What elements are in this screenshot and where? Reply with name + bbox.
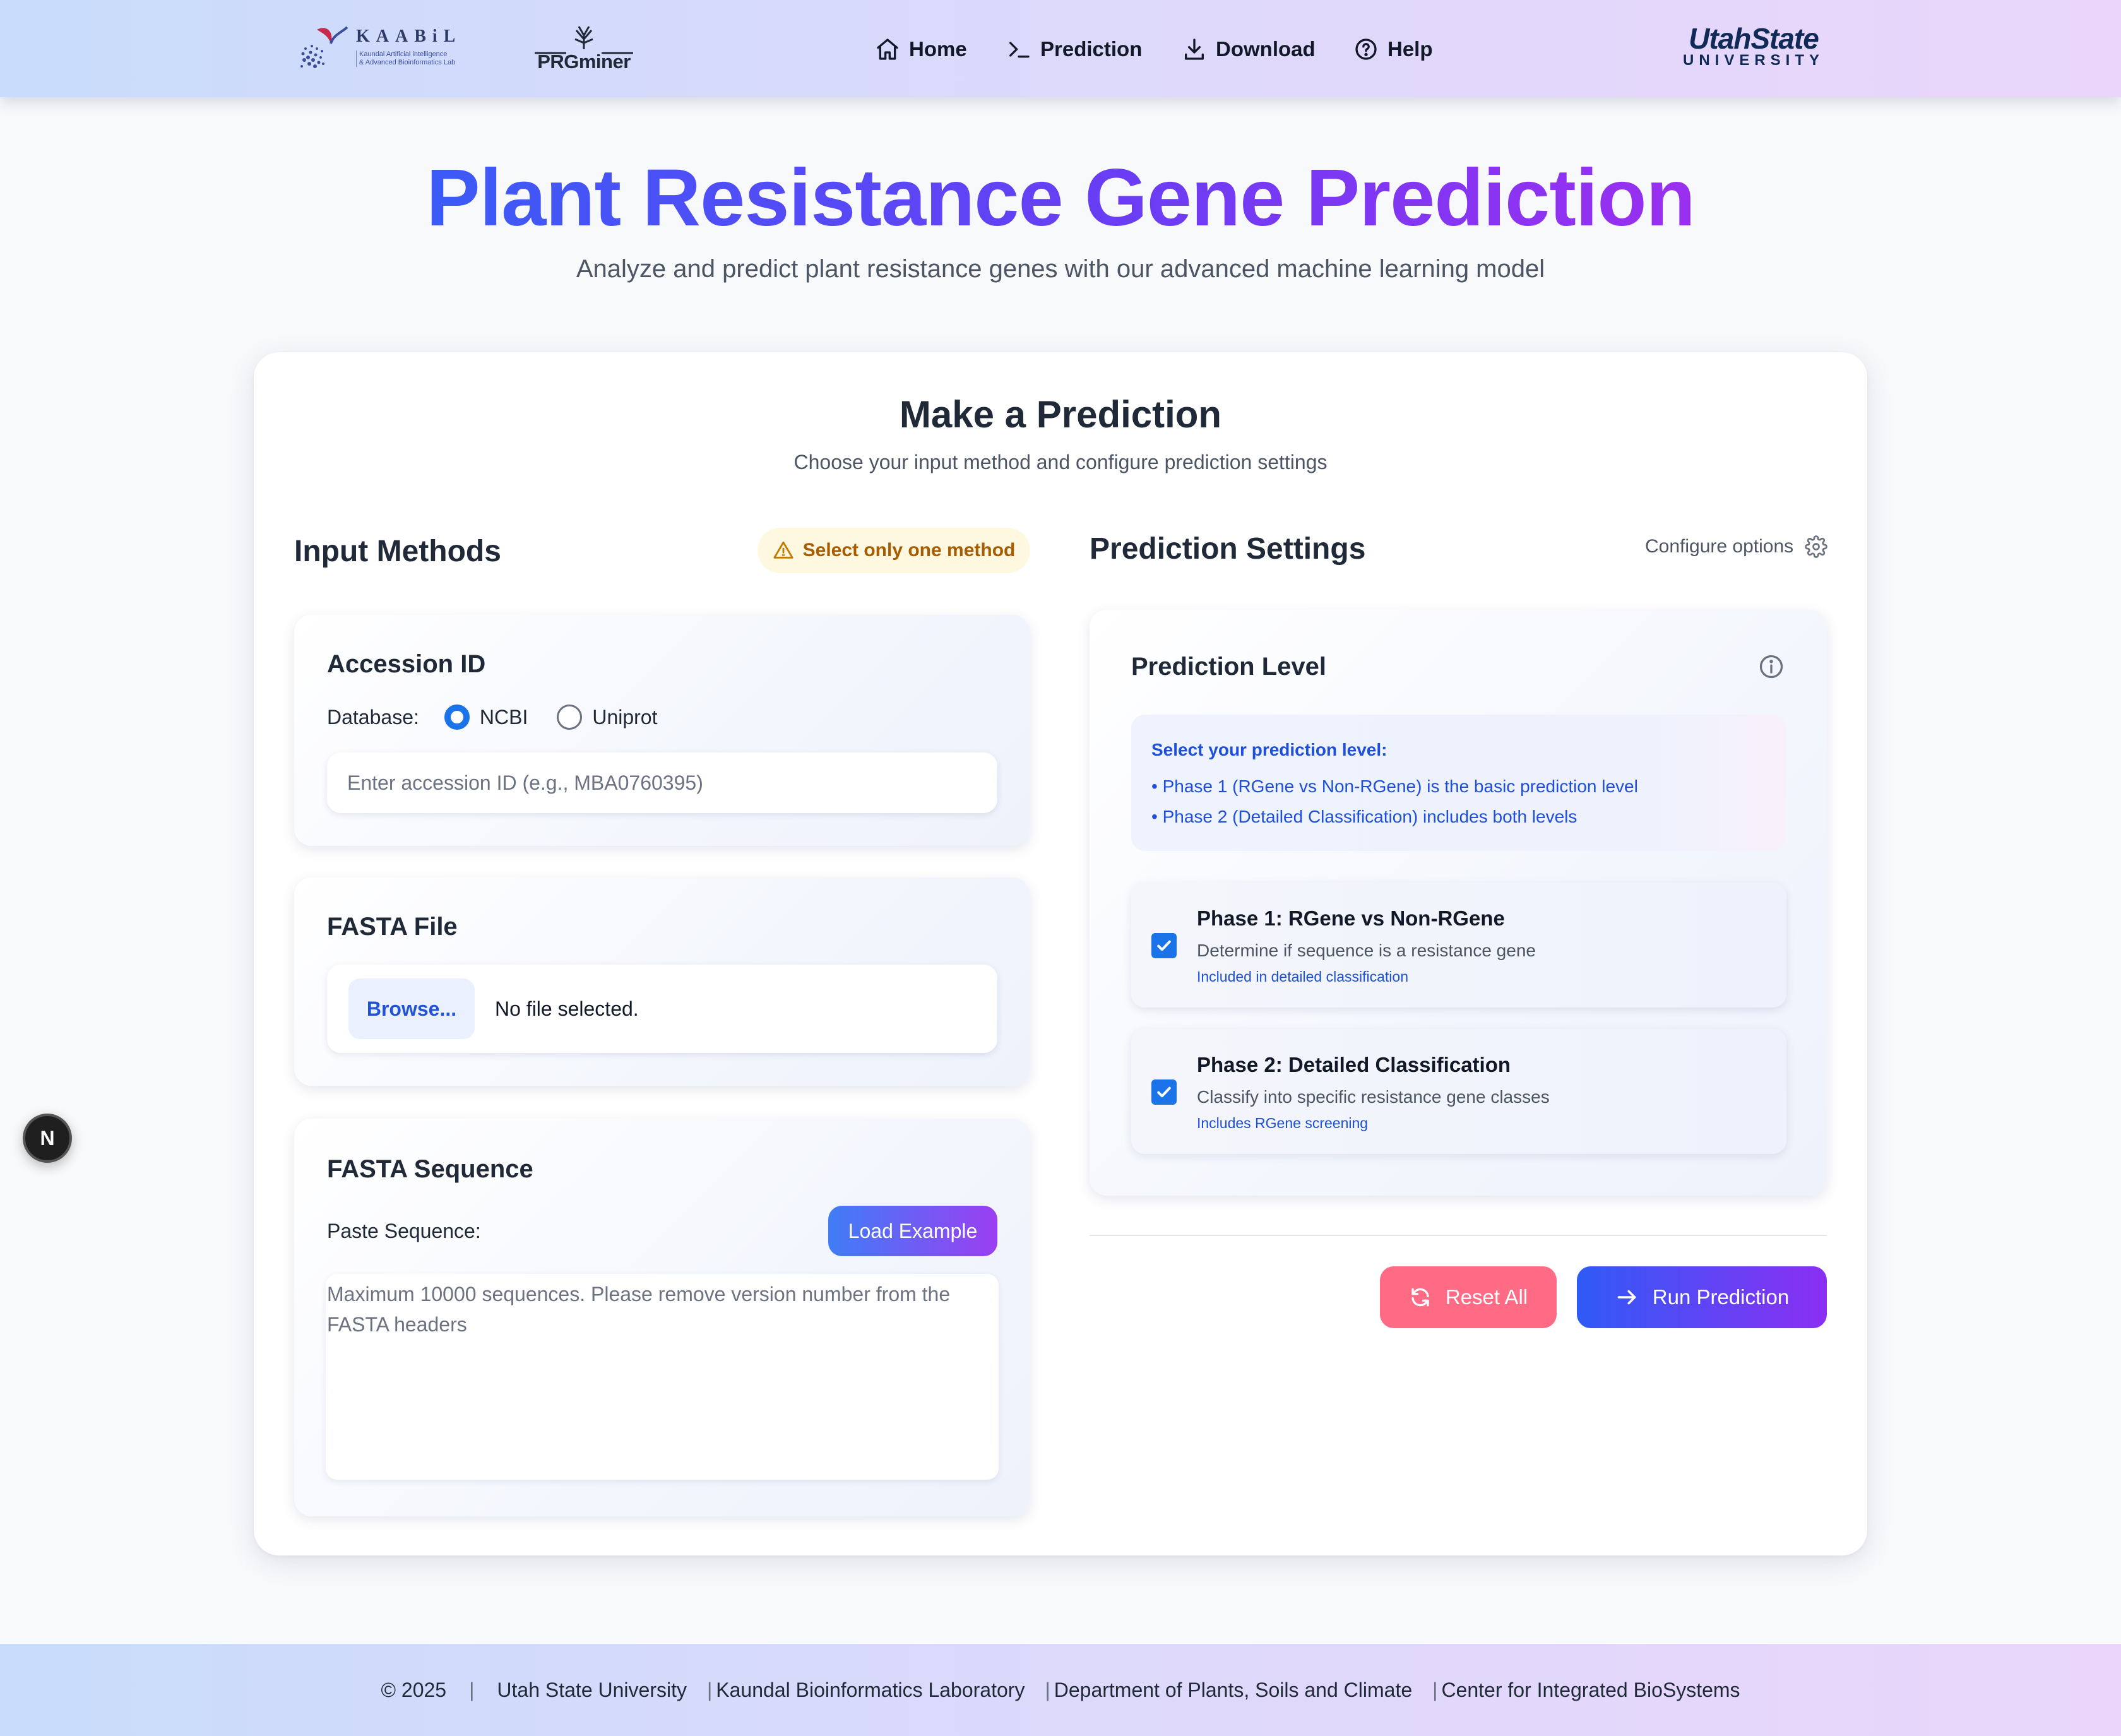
fasta-sequence-title: FASTA Sequence <box>327 1155 533 1183</box>
sequence-textarea[interactable]: Maximum 10000 sequences. Please remove v… <box>326 1274 999 1480</box>
phase-2-checkbox[interactable] <box>1151 1079 1177 1105</box>
run-prediction-label: Run Prediction <box>1652 1285 1790 1309</box>
help-circle-icon <box>1355 39 1377 60</box>
footer-separator: | <box>1432 1678 1438 1701</box>
footer: © 2025 | Utah State University | Kaundal… <box>0 1644 2121 1736</box>
prediction-level-info-box: Select your prediction level: • Phase 1 … <box>1131 715 1786 851</box>
footer-item-psc[interactable]: Department of Plants, Soils and Climate <box>1054 1679 1412 1702</box>
prediction-level-title: Prediction Level <box>1131 653 1326 681</box>
accession-title: Accession ID <box>327 650 486 678</box>
info-item-1-text: Phase 1 (RGene vs Non-RGene) is the basi… <box>1162 776 1638 796</box>
accession-id-input[interactable]: Enter accession ID (e.g., MBA0760395) <box>327 752 997 813</box>
kaabil-sub-line1: Kaundal Artificial intelligence <box>359 51 448 58</box>
sequence-placeholder-line2: FASTA headers <box>327 1313 467 1336</box>
nav-home-label: Home <box>909 37 967 61</box>
run-prediction-button[interactable]: Run Prediction <box>1577 1266 1827 1328</box>
nav-download-label: Download <box>1216 37 1316 61</box>
prgminer-logo[interactable]: PRGminer <box>533 24 634 74</box>
warning-triangle-icon <box>773 541 793 559</box>
download-icon <box>1185 39 1204 60</box>
nav-prediction-label: Prediction <box>1040 37 1143 61</box>
terminal-icon <box>1009 42 1030 58</box>
radio-uniprot-dot[interactable] <box>557 705 583 730</box>
nav-help-label: Help <box>1387 37 1433 61</box>
phase-2-title: Phase 2: Detailed Classification <box>1197 1053 1511 1076</box>
nextjs-dev-badge[interactable]: N <box>23 1114 72 1163</box>
usu-logo[interactable]: UtahState UNIVERSITY <box>1678 24 1829 68</box>
footer-item-kbl[interactable]: Kaundal Bioinformatics Laboratory <box>716 1679 1025 1702</box>
settings-divider <box>1090 1235 1827 1236</box>
phase-1-desc: Determine if sequence is a resistance ge… <box>1197 941 1536 960</box>
nav-prediction[interactable]: Prediction <box>1006 32 1142 67</box>
radio-ncbi-dot[interactable] <box>444 705 470 730</box>
card-title: Make a Prediction <box>899 393 1222 436</box>
checkmark-icon <box>1157 1086 1171 1098</box>
phase-2-option[interactable]: Phase 2: Detailed Classification Classif… <box>1131 1029 1786 1154</box>
single-method-warning-badge: Select only one method <box>758 528 1030 573</box>
arrow-right-icon <box>1617 1290 1636 1305</box>
home-icon <box>877 39 898 60</box>
radio-uniprot-label: Uniprot <box>592 705 658 728</box>
reset-all-label: Reset All <box>1445 1285 1528 1309</box>
configure-options[interactable]: Configure options <box>1645 535 1827 558</box>
nav-help[interactable]: Help <box>1353 32 1433 67</box>
info-item-2: • Phase 2 (Detailed Classification) incl… <box>1151 807 1577 826</box>
kaabil-title: KAABiL <box>356 27 462 46</box>
phase-2-note: Includes RGene screening <box>1197 1115 1369 1131</box>
browse-button[interactable]: Browse... <box>348 978 475 1039</box>
usu-logo-top: UtahState <box>1689 22 1819 55</box>
footer-separator: | <box>469 1678 475 1701</box>
kaabil-sub-line2: & Advanced Bioinformatics Lab <box>359 59 456 66</box>
load-example-button[interactable]: Load Example <box>828 1206 997 1256</box>
input-methods-heading: Input Methods <box>294 535 501 568</box>
checkmark-icon <box>1157 940 1171 951</box>
prgminer-logo-text: PRGminer <box>537 51 631 73</box>
sequence-placeholder-line1: Maximum 10000 sequences. Please remove v… <box>327 1283 951 1305</box>
info-title: Select your prediction level: <box>1151 740 1387 759</box>
nav-download[interactable]: Download <box>1182 32 1316 67</box>
kaabil-emblem-icon <box>300 26 348 68</box>
info-icon[interactable] <box>1757 653 1785 681</box>
footer-item-usu[interactable]: Utah State University <box>497 1679 687 1702</box>
radio-uniprot[interactable]: Uniprot <box>557 705 657 730</box>
database-label: Database: <box>327 705 419 728</box>
top-nav-bar: KAABiL Kaundal Artificial intelligence &… <box>0 0 2121 97</box>
reset-all-button[interactable]: Reset All <box>1380 1266 1557 1328</box>
page-title: Plant Resistance Gene Prediction <box>0 152 2121 244</box>
footer-item-cib[interactable]: Center for Integrated BioSystems <box>1441 1679 1740 1702</box>
radio-ncbi-label: NCBI <box>479 705 528 728</box>
card-subtitle: Choose your input method and configure p… <box>793 451 1328 473</box>
page-subtitle: Analyze and predict plant resistance gen… <box>576 255 1545 283</box>
info-item-1: • Phase 1 (RGene vs Non-RGene) is the ba… <box>1151 776 1638 796</box>
phase-1-option[interactable]: Phase 1: RGene vs Non-RGene Determine if… <box>1131 883 1786 1008</box>
phase-1-title: Phase 1: RGene vs Non-RGene <box>1197 907 1505 930</box>
gear-icon <box>1805 535 1827 558</box>
radio-ncbi[interactable]: NCBI <box>444 705 528 730</box>
info-item-2-text: Phase 2 (Detailed Classification) includ… <box>1162 807 1577 826</box>
prediction-settings-heading: Prediction Settings <box>1090 532 1366 566</box>
phase-1-note: Included in detailed classification <box>1197 968 1408 985</box>
nav-home[interactable]: Home <box>875 32 967 67</box>
prgminer-plant-icon <box>535 26 633 54</box>
kaabil-logo[interactable]: KAABiL Kaundal Artificial intelligence &… <box>298 20 481 74</box>
footer-copyright: © 2025 <box>381 1678 447 1701</box>
footer-separator: | <box>706 1678 713 1701</box>
configure-options-label: Configure options <box>1645 536 1794 557</box>
file-picker: Browse... No file selected. <box>327 965 997 1053</box>
warning-text: Select only one method <box>802 540 1016 561</box>
usu-logo-bottom: UNIVERSITY <box>1682 52 1825 69</box>
database-selector: Database: NCBI Uniprot <box>327 705 657 730</box>
footer-separator: | <box>1045 1678 1050 1701</box>
file-status: No file selected. <box>495 997 639 1020</box>
paste-sequence-label: Paste Sequence: <box>327 1220 481 1242</box>
phase-2-desc: Classify into specific resistance gene c… <box>1197 1087 1550 1107</box>
page-title-text: Plant Resistance Gene Prediction <box>426 153 1696 243</box>
fasta-file-title: FASTA File <box>327 913 458 941</box>
phase-1-checkbox[interactable] <box>1151 933 1177 958</box>
refresh-icon <box>1411 1288 1429 1307</box>
